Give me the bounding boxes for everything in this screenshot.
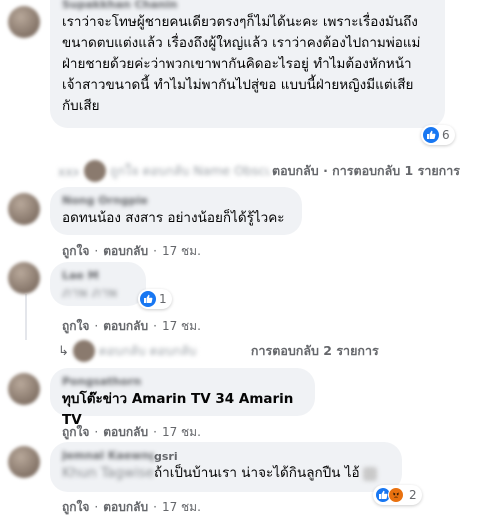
comment-author[interactable]: Lae M — [62, 269, 134, 283]
like-link[interactable]: ถูกใจ — [62, 425, 89, 439]
reply-arrow-icon: ↳ — [58, 343, 69, 359]
comment-bubble: Nong Orngpie อดทนน้อง สงสาร อย่างน้อยก็ไ… — [50, 187, 302, 235]
thumbs-up-icon — [140, 291, 156, 307]
comment-text-line: กับเสีย — [62, 98, 100, 114]
comment-actions: ถูกใจ · ตอบกลับ · 17 ชม. — [62, 500, 201, 514]
obscured-replier-text: ถูกใจ ตอบกลับ Name Obscured — [110, 163, 270, 178]
timestamp[interactable]: 17 ชม. — [162, 425, 201, 439]
view-replies[interactable]: xxxx ถูกใจ ตอบกลับ Name Obscured ตอบกลับ… — [58, 160, 460, 182]
comment-actions: ถูกใจ · ตอบกลับ · 17 ชม. — [62, 244, 201, 258]
comment-text-line: ฝ่ายชายด้วยค่ะว่าพวกเขาพากันคิดอะไรอยู่ … — [62, 56, 412, 72]
obscured-replier-text: xxxx — [58, 163, 78, 179]
comment-text: ถ้าเป็นบ้านเรา น่าจะได้กินลูกปืน ไอ้ — [154, 465, 360, 481]
view-replies[interactable]: ↳ ตอบกลับ ตอบกลับ การตอบกลับ 2 รายการ — [58, 340, 379, 362]
comment-text-line: ขนาดตบแต่งแล้ว เรื่องถึงผู้ใหญ่แล้ว เราว… — [62, 35, 421, 51]
timestamp[interactable]: 17 ชม. — [162, 244, 201, 258]
view-replies-link[interactable]: ตอบกลับ · การตอบกลับ 1 รายการ — [272, 161, 460, 181]
like-link[interactable]: ถูกใจ — [62, 319, 89, 333]
thumbs-up-icon — [423, 127, 439, 143]
reply-link[interactable]: ตอบกลับ — [103, 500, 148, 514]
reply-link[interactable]: ตอบกลับ — [103, 319, 148, 333]
replier-avatar — [84, 160, 106, 182]
avatar[interactable] — [8, 6, 40, 38]
avatar[interactable] — [8, 262, 40, 294]
comment-text: ภาพ ภาพ — [62, 285, 118, 301]
tagged-user[interactable]: Khun Tagwiset — [62, 463, 154, 484]
comment-text: อดทนน้อง สงสาร อย่างน้อยก็ได้รู้ไวคะ — [62, 210, 285, 226]
view-replies-link[interactable]: การตอบกลับ 2 รายการ — [251, 341, 379, 361]
comment-text-line: เจ้าสาวขนาดนี้ ทำไมไม่พากันไปสู่ขอ แบบนี… — [62, 77, 414, 93]
comment-actions: ถูกใจ · ตอบกลับ · 17 ชม. — [62, 425, 201, 439]
comment-bubble: Lae M ภาพ ภาพ — [50, 262, 146, 306]
comment-bubble: Pongsathorn ทุบโต๊ะข่าว Amarin TV 34 Ama… — [50, 368, 315, 428]
thread-line — [25, 294, 27, 340]
obscured-emoji — [362, 466, 377, 481]
reaction-count: 1 — [159, 292, 167, 306]
reaction-summary[interactable]: 2 — [373, 485, 422, 505]
timestamp[interactable]: 17 ชม. — [162, 319, 201, 333]
comment-author[interactable]: Supakkhan Chanin — [62, 0, 433, 12]
timestamp[interactable]: 17 ชม. — [162, 500, 201, 514]
comment-author[interactable]: Pongsathorn — [62, 375, 303, 389]
angry-face-icon — [388, 487, 404, 503]
comment-author[interactable]: Nong Orngpie — [62, 194, 290, 208]
comment-actions: ถูกใจ · ตอบกลับ · 17 ชม. — [62, 319, 201, 333]
obscured-replier-text: ตอบกลับ ตอบกลับ — [98, 343, 197, 358]
comment-author-visible[interactable]: gsri — [154, 450, 178, 463]
comment-bubble: Jemnal Kaewngsri gsri Khun Tagwiset ถ้าเ… — [50, 442, 402, 492]
comment-text-line: เราว่าจะโทษผู้ชายคนเดียวตรงๆก็ไม่ได้นะคะ… — [62, 14, 418, 30]
reaction-count: 2 — [409, 488, 417, 502]
avatar[interactable] — [8, 446, 40, 478]
comment-bubble: Supakkhan Chanin เราว่าจะโทษผู้ชายคนเดีย… — [50, 0, 445, 128]
reaction-count: 6 — [442, 128, 450, 142]
avatar[interactable] — [8, 373, 40, 405]
like-link[interactable]: ถูกใจ — [62, 500, 89, 514]
like-link[interactable]: ถูกใจ — [62, 244, 89, 258]
reply-link[interactable]: ตอบกลับ — [103, 425, 148, 439]
reaction-summary[interactable]: 6 — [421, 125, 455, 145]
replier-avatar — [72, 340, 95, 362]
comment-author[interactable]: Jemnal Kaewngsri — [62, 449, 154, 463]
avatar[interactable] — [8, 193, 40, 225]
reaction-summary[interactable]: 1 — [138, 289, 172, 309]
reply-link[interactable]: ตอบกลับ — [103, 244, 148, 258]
